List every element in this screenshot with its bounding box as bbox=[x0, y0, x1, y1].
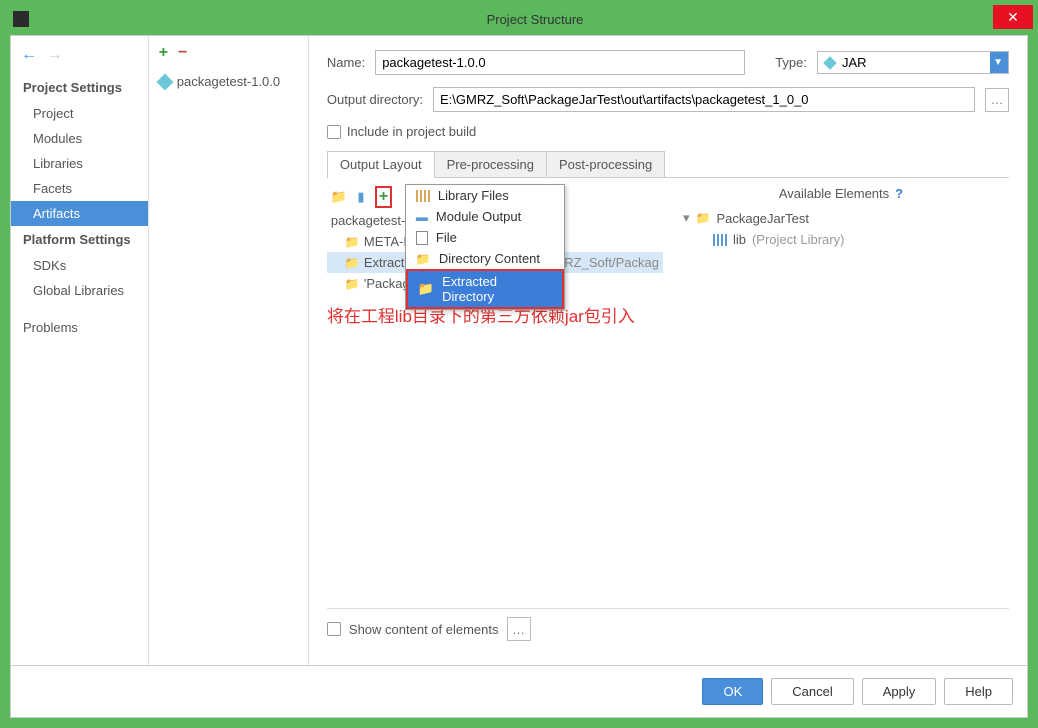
menu-directory-content[interactable]: 📁 Directory Content bbox=[406, 248, 564, 269]
archive-icon[interactable]: ▮ bbox=[353, 189, 369, 205]
lib-suffix: (Project Library) bbox=[752, 232, 844, 247]
folder-icon: 📁 bbox=[345, 277, 360, 291]
browse-button[interactable]: … bbox=[985, 88, 1009, 112]
app-icon bbox=[13, 11, 29, 27]
section-project-settings: Project Settings bbox=[11, 74, 148, 101]
chevron-down-icon: ▼ bbox=[993, 57, 1003, 68]
available-lib[interactable]: lib (Project Library) bbox=[673, 229, 1009, 250]
tab-post-processing[interactable]: Post-processing bbox=[546, 151, 665, 177]
artifact-list-panel: + − packagetest-1.0.0 bbox=[149, 36, 309, 665]
section-platform-settings: Platform Settings bbox=[11, 226, 148, 253]
new-folder-icon[interactable]: 📁 bbox=[331, 189, 347, 205]
extracted-icon: 📁 bbox=[345, 256, 360, 270]
type-value: JAR bbox=[842, 55, 867, 70]
available-header: Available Elements bbox=[779, 186, 889, 201]
name-label: Name: bbox=[327, 55, 365, 70]
nav-facets[interactable]: Facets bbox=[11, 176, 148, 201]
menu-extracted-directory[interactable]: 📁 Extracted Directory bbox=[408, 271, 562, 307]
add-copy-menu: Library Files ▬ Module Output File bbox=[405, 184, 565, 310]
library-icon bbox=[416, 190, 430, 202]
ok-button[interactable]: OK bbox=[702, 678, 763, 705]
artifact-detail-panel: Name: Type: JAR ▼ Output directory: … bbox=[309, 36, 1027, 665]
add-artifact-button[interactable]: + bbox=[159, 44, 168, 62]
chevron-down-icon: ▾ bbox=[683, 210, 690, 226]
artifact-label: packagetest-1.0.0 bbox=[177, 74, 280, 89]
include-checkbox[interactable] bbox=[327, 125, 341, 139]
tab-output-layout[interactable]: Output Layout bbox=[327, 151, 435, 177]
help-icon[interactable]: ? bbox=[895, 186, 903, 201]
cancel-button[interactable]: Cancel bbox=[771, 678, 853, 705]
tab-pre-processing[interactable]: Pre-processing bbox=[434, 151, 547, 177]
artifact-icon bbox=[156, 73, 173, 90]
file-icon bbox=[416, 231, 428, 245]
extracted-icon: 📁 bbox=[418, 281, 434, 297]
project-folder-icon: 📁 bbox=[695, 211, 710, 225]
include-label: Include in project build bbox=[347, 124, 476, 139]
window-title: Project Structure bbox=[37, 12, 1033, 27]
nav-artifacts[interactable]: Artifacts bbox=[11, 201, 148, 226]
nav-project[interactable]: Project bbox=[11, 101, 148, 126]
menu-module-output[interactable]: ▬ Module Output bbox=[406, 206, 564, 227]
module-icon: ▬ bbox=[416, 210, 428, 224]
nav-problems[interactable]: Problems bbox=[11, 315, 148, 340]
folder-icon: 📁 bbox=[416, 252, 431, 266]
library-icon bbox=[713, 234, 727, 246]
apply-button[interactable]: Apply bbox=[862, 678, 937, 705]
name-input[interactable] bbox=[375, 50, 745, 75]
output-label: Output directory: bbox=[327, 92, 423, 107]
jar-icon bbox=[823, 56, 837, 70]
add-copy-button[interactable]: + bbox=[377, 188, 390, 205]
artifact-item[interactable]: packagetest-1.0.0 bbox=[149, 70, 308, 93]
show-content-label: Show content of elements bbox=[349, 622, 499, 637]
output-layout-panel: 📁 ▮ + Library Files ▬ bbox=[327, 178, 663, 608]
left-nav-panel: ← → Project Settings Project Modules Lib… bbox=[11, 36, 149, 665]
nav-global-libraries[interactable]: Global Libraries bbox=[11, 278, 148, 303]
help-button[interactable]: Help bbox=[944, 678, 1013, 705]
remove-artifact-button[interactable]: − bbox=[178, 44, 187, 62]
folder-icon: 📁 bbox=[345, 235, 360, 249]
show-content-checkbox[interactable] bbox=[327, 622, 341, 636]
nav-modules[interactable]: Modules bbox=[11, 126, 148, 151]
available-elements-panel: Available Elements ? ▾ 📁 PackageJarTest bbox=[663, 178, 1009, 608]
menu-library-files[interactable]: Library Files bbox=[406, 185, 564, 206]
menu-file[interactable]: File bbox=[406, 227, 564, 248]
output-directory-input[interactable] bbox=[433, 87, 975, 112]
show-content-options[interactable]: … bbox=[507, 617, 531, 641]
nav-sdks[interactable]: SDKs bbox=[11, 253, 148, 278]
dialog-footer: OK Cancel Apply Help bbox=[11, 665, 1027, 717]
type-select[interactable]: JAR ▼ bbox=[817, 51, 1009, 74]
available-project[interactable]: ▾ 📁 PackageJarTest bbox=[673, 207, 1009, 229]
nav-libraries[interactable]: Libraries bbox=[11, 151, 148, 176]
nav-back-icon[interactable]: ← bbox=[21, 46, 37, 63]
type-label: Type: bbox=[775, 55, 807, 70]
close-button[interactable]: ✕ bbox=[993, 5, 1033, 29]
nav-forward-icon[interactable]: → bbox=[47, 46, 63, 63]
